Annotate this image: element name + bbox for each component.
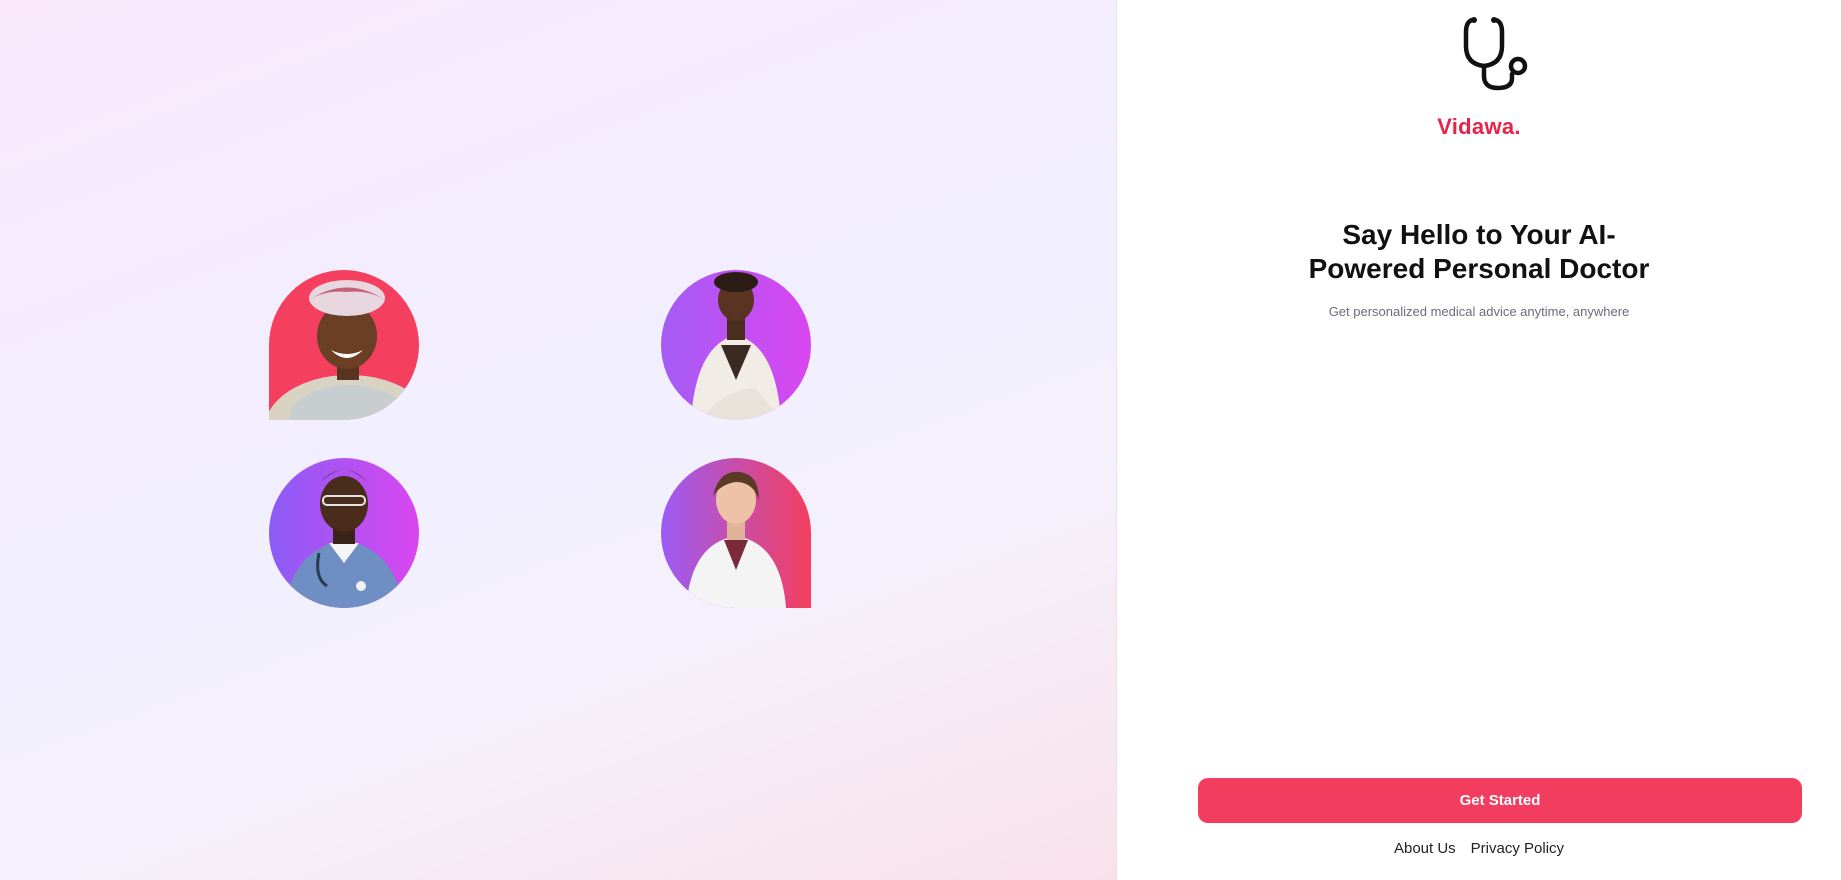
about-us-link[interactable]: About Us xyxy=(1394,840,1456,857)
welcome-panel: Vidawa. Say Hello to Your AI-Powered Per… xyxy=(1117,0,1841,880)
footer-links: About Us Privacy Policy xyxy=(1117,840,1841,857)
avatar-patient-1 xyxy=(269,270,419,420)
brand-name: Vidawa. xyxy=(1437,114,1521,139)
stethoscope-icon xyxy=(1463,17,1528,91)
page-subtitle: Get personalized medical advice anytime,… xyxy=(1328,304,1630,319)
privacy-policy-link[interactable]: Privacy Policy xyxy=(1471,840,1564,857)
person-illustration-3 xyxy=(269,458,419,608)
avatar-doctor-4 xyxy=(661,458,811,608)
page-title: Say Hello to Your AI-Powered Personal Do… xyxy=(1308,219,1650,284)
image-gallery-panel xyxy=(0,0,1117,880)
get-started-button[interactable]: Get Started xyxy=(1198,778,1802,823)
person-illustration-2 xyxy=(661,270,811,420)
person-illustration-1 xyxy=(269,270,419,420)
avatar-doctor-2 xyxy=(661,270,811,420)
avatar-doctor-3 xyxy=(269,458,419,608)
person-illustration-4 xyxy=(661,458,811,608)
